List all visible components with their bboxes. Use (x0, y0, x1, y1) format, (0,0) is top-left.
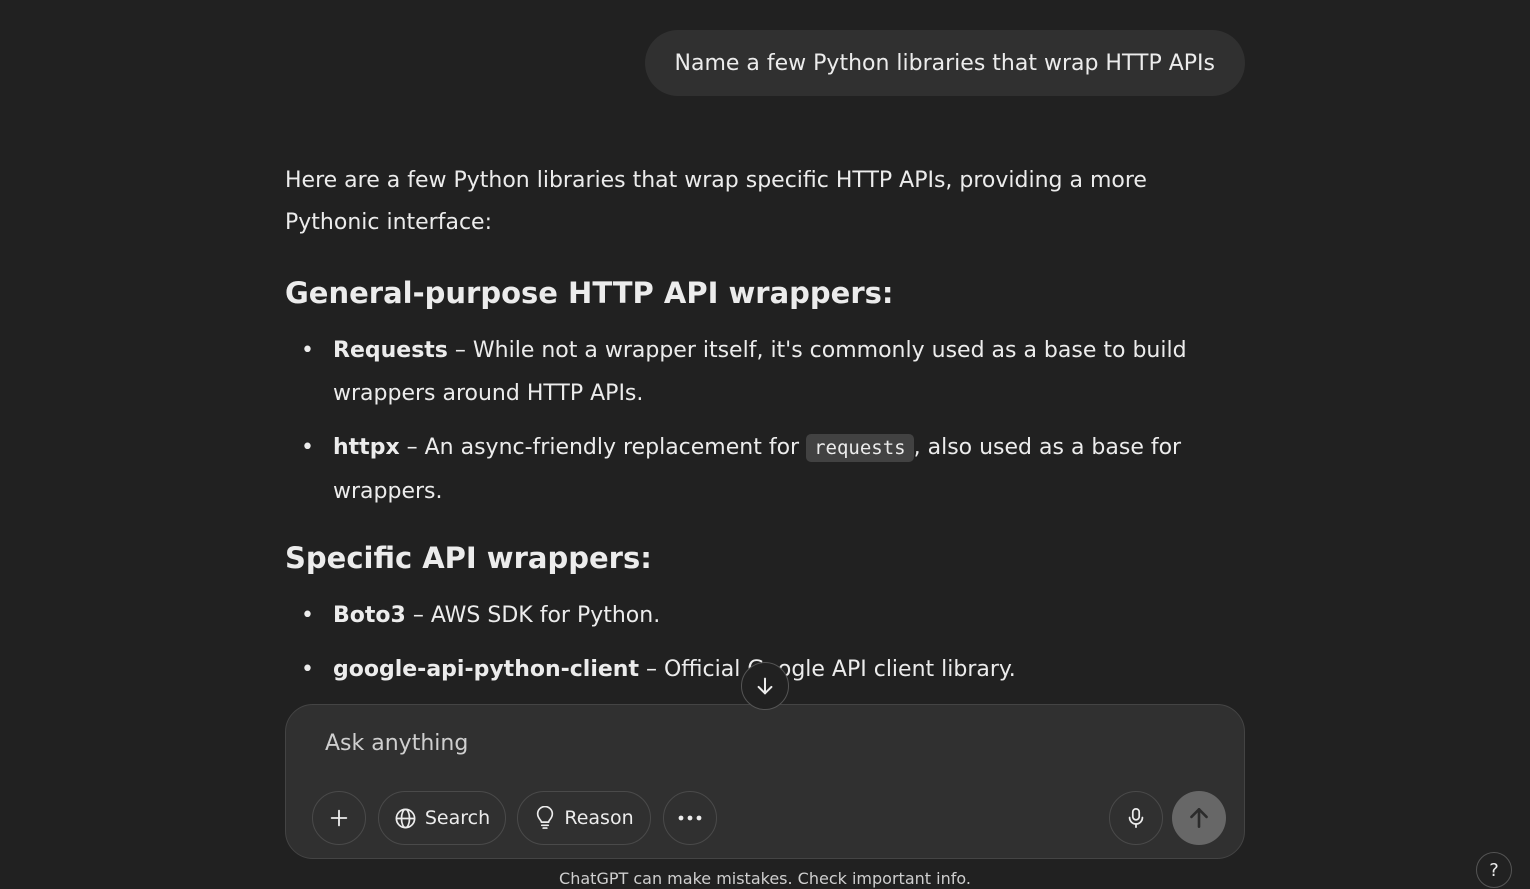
search-label: Search (424, 807, 491, 829)
general-wrappers-list: Requests – While not a wrapper itself, i… (285, 329, 1245, 524)
list-item: httpx – An async-friendly replacement fo… (285, 426, 1245, 513)
disclaimer-text: ChatGPT can make mistakes. Check importa… (559, 869, 971, 888)
library-description: – While not a wrapper itself, it's commo… (333, 338, 1187, 406)
response-intro: Here are a few Python libraries that wra… (285, 168, 1147, 235)
more-icon (678, 815, 702, 821)
section-heading-general: General-purpose HTTP API wrappers: (285, 276, 894, 310)
prompt-input[interactable]: Ask anything (325, 731, 468, 756)
list-item: Boto3 – AWS SDK for Python. (285, 594, 1245, 637)
more-options-button[interactable] (663, 791, 717, 845)
reason-label: Reason (564, 807, 634, 829)
search-button[interactable]: Search (378, 791, 506, 845)
reason-button[interactable]: Reason (517, 791, 651, 845)
library-description: – An async-friendly replacement for (399, 435, 807, 460)
library-name: Boto3 (333, 603, 406, 628)
plus-icon (328, 807, 350, 829)
globe-icon (394, 807, 417, 830)
microphone-icon (1126, 807, 1146, 829)
user-message-bubble: Name a few Python libraries that wrap HT… (644, 30, 1245, 96)
user-message-text: Name a few Python libraries that wrap HT… (674, 50, 1215, 76)
inline-code: requests (806, 434, 914, 462)
arrow-down-icon (754, 675, 776, 697)
library-description: – Official Google API client library. (638, 657, 1016, 682)
attach-button[interactable] (312, 791, 366, 845)
lightbulb-icon (534, 806, 556, 830)
arrow-up-icon (1186, 805, 1212, 831)
question-mark-icon: ? (1489, 859, 1499, 881)
library-name: Requests (333, 338, 448, 363)
send-button[interactable] (1172, 791, 1226, 845)
section-heading-specific: Specific API wrappers: (285, 541, 652, 575)
voice-input-button[interactable] (1109, 791, 1163, 845)
library-name: httpx (333, 435, 400, 460)
help-button[interactable]: ? (1476, 852, 1512, 888)
assistant-response: Here are a few Python libraries that wra… (285, 160, 1245, 691)
library-name: google-api-python-client (333, 657, 639, 682)
message-composer: Ask anything Search Reason (285, 704, 1245, 859)
scroll-to-bottom-button[interactable] (741, 662, 789, 710)
list-item: Requests – While not a wrapper itself, i… (285, 329, 1245, 415)
library-description: – AWS SDK for Python. (405, 603, 661, 628)
